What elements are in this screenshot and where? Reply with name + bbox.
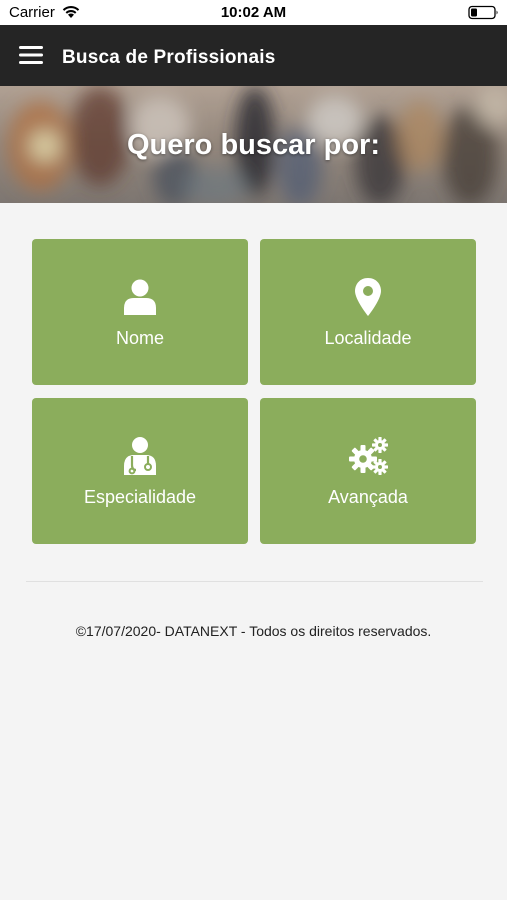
person-icon — [124, 279, 156, 315]
search-by-location-tile[interactable]: Localidade — [260, 239, 476, 385]
hero-title: Quero buscar por: — [127, 129, 380, 161]
app-title: Busca de Profissionais — [62, 47, 276, 68]
divider — [26, 581, 483, 582]
gears-icon — [349, 437, 388, 475]
footer-copyright: ©17/07/2020- DATANEXT - Todos os direito… — [75, 623, 432, 639]
map-pin-icon — [355, 278, 381, 316]
tile-label: Especialidade — [83, 487, 197, 507]
clock: 10:02 AM — [220, 4, 287, 21]
tile-label: Localidade — [324, 328, 412, 348]
search-by-name-tile[interactable]: Nome — [32, 239, 248, 385]
doctor-icon — [124, 437, 156, 475]
hamburger-menu-icon[interactable] — [19, 45, 43, 65]
status-bar: Carrier 10:02 AM — [0, 0, 507, 25]
tile-label: Avançada — [328, 487, 408, 507]
search-by-specialty-tile[interactable]: Especialidade — [32, 398, 248, 544]
app-bar: Busca de Profissionais — [0, 25, 507, 86]
battery-icon — [468, 5, 498, 20]
advanced-search-tile[interactable]: Avançada — [260, 398, 476, 544]
hero-banner: Quero buscar por: — [0, 86, 507, 203]
tile-label: Nome — [115, 328, 164, 348]
